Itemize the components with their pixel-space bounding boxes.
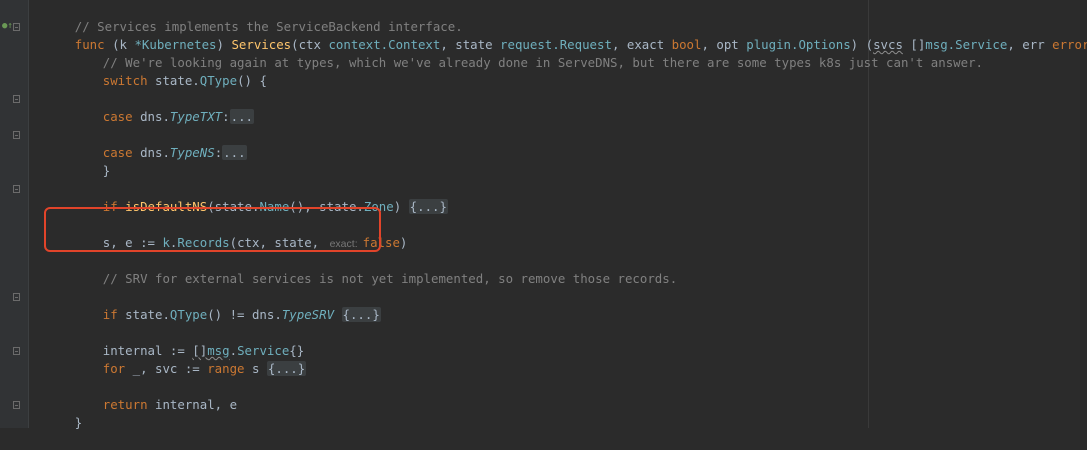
- keyword: for: [102, 361, 126, 376]
- code-text: ): [399, 235, 408, 250]
- code-line-15[interactable]: }: [30, 396, 82, 430]
- code-line-3[interactable]: // We're looking again at types, which w…: [58, 36, 983, 70]
- keyword: case: [102, 109, 133, 124]
- folded-code[interactable]: {...}: [266, 361, 307, 376]
- fold-marker-icon[interactable]: [13, 401, 20, 409]
- fold-marker-icon[interactable]: [13, 347, 20, 355]
- editor-gutter[interactable]: [0, 0, 28, 428]
- fold-marker-icon[interactable]: [13, 23, 20, 31]
- fold-marker-icon[interactable]: [13, 185, 20, 193]
- code-text: , err: [1007, 37, 1053, 52]
- keyword: return: [102, 397, 148, 412]
- code-text: ): [393, 199, 409, 214]
- folded-code[interactable]: {...}: [408, 199, 448, 214]
- code-line-4[interactable]: switch state.QType() {: [58, 54, 267, 88]
- code-text: :: [222, 109, 230, 124]
- fold-marker-icon[interactable]: [13, 95, 20, 103]
- code-text: _, svc :=: [125, 361, 208, 376]
- code-line-5[interactable]: case dns.TypeTXT:...: [58, 90, 254, 124]
- annotation-highlight-box: [44, 207, 381, 252]
- code-text: s: [244, 361, 267, 376]
- code-line-12[interactable]: internal := []msg.Service{}: [58, 324, 304, 358]
- code-line-7[interactable]: }: [58, 144, 110, 178]
- code-text: () != dns.: [207, 307, 282, 322]
- code-text: state.: [147, 73, 200, 88]
- code-text: () {: [237, 73, 267, 88]
- keyword: if: [102, 307, 118, 322]
- folded-code[interactable]: ...: [222, 145, 247, 160]
- code-line-8[interactable]: if isDefaultNS(state.Name(), state.Zone)…: [58, 180, 448, 214]
- code-text: internal, e: [147, 397, 238, 412]
- comment: // SRV for external services is not yet …: [102, 271, 678, 286]
- code-text: dns.: [132, 145, 170, 160]
- folded-code[interactable]: ...: [229, 109, 254, 124]
- code-text: dns.: [132, 109, 170, 124]
- code-text: state.: [117, 307, 170, 322]
- const-name: TypeSRV: [281, 307, 335, 322]
- code-line-13[interactable]: for _, svc := range s {...}: [58, 342, 307, 376]
- code-line-1[interactable]: // Services implements the ServiceBacken…: [30, 0, 463, 34]
- code-line-10[interactable]: // SRV for external services is not yet …: [58, 252, 677, 286]
- const-name: TypeTXT: [169, 109, 223, 124]
- keyword: error: [1052, 37, 1087, 52]
- code-line-14[interactable]: return internal, e: [58, 378, 237, 412]
- fold-marker-icon[interactable]: [13, 293, 20, 301]
- code-line-2[interactable]: func (k *Kubernetes) Services(ctx contex…: [30, 18, 1087, 52]
- code-line-6[interactable]: case dns.TypeNS:...: [58, 126, 247, 160]
- keyword: range: [207, 361, 245, 376]
- const-name: TypeNS: [169, 145, 215, 160]
- closing-brace: }: [102, 163, 111, 178]
- method-name: QType: [169, 307, 208, 322]
- folded-code[interactable]: {...}: [341, 307, 381, 322]
- method-name: QType: [199, 73, 238, 88]
- code-editor[interactable]: ●↑ // Services implements the ServiceBac…: [0, 0, 1087, 430]
- keyword: switch: [102, 73, 148, 88]
- gutter-divider: [28, 0, 29, 428]
- code-line-11[interactable]: if state.QType() != dns.TypeSRV {...}: [58, 288, 381, 322]
- fold-marker-icon[interactable]: [13, 131, 20, 139]
